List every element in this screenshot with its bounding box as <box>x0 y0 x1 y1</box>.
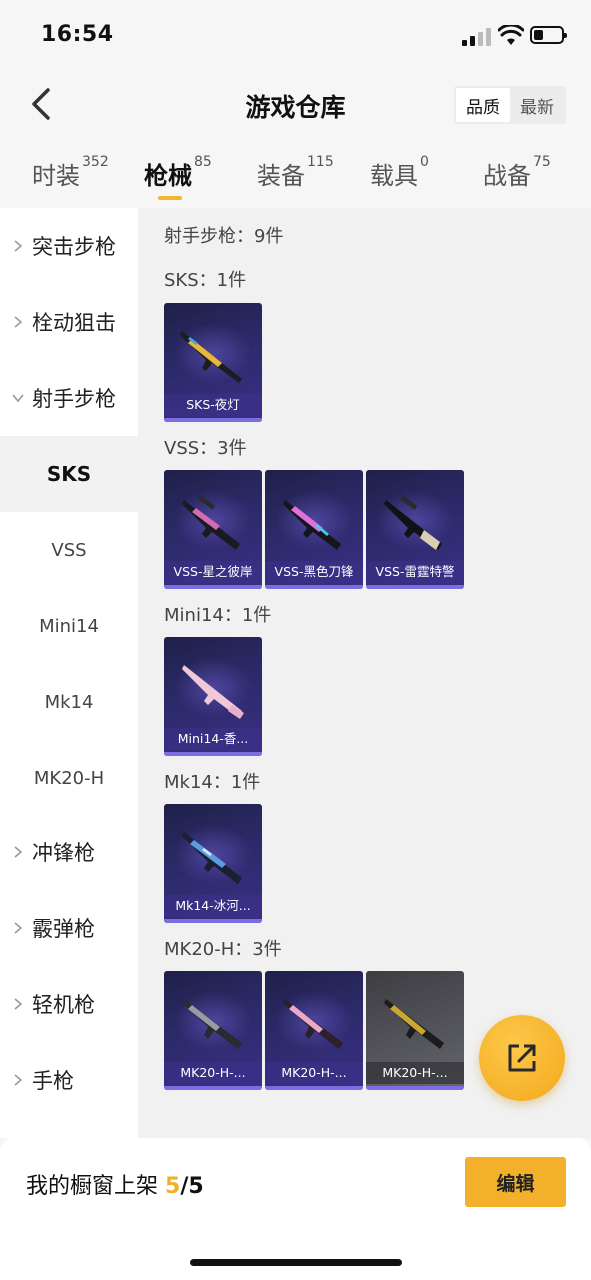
tab-label: 装备 <box>257 162 305 190</box>
sidebar: 突击步枪 栓动狙击 射手步枪 SKS VSS Mini14 Mk14 MK20-… <box>0 208 138 1138</box>
home-indicator[interactable] <box>190 1259 402 1266</box>
sidebar-item-label: 突击步枪 <box>32 235 116 259</box>
weapon-card[interactable]: Mk14-冰河... <box>164 804 262 923</box>
rifle-icon <box>182 494 240 550</box>
weapon-name: VSS-雷霆特警 <box>366 561 464 583</box>
rifle-icon <box>384 999 444 1049</box>
rifle-icon <box>182 999 242 1049</box>
weapon-name: Mini14-香... <box>164 728 262 750</box>
tab-label: 战备 <box>483 162 531 190</box>
showcase-status: 我的橱窗上架 5/5 <box>26 1168 204 1200</box>
sidebar-sub-vss[interactable]: VSS <box>0 512 138 588</box>
chevron-right-icon <box>14 240 23 252</box>
tab-count: 75 <box>533 154 551 170</box>
tab-label: 时装 <box>32 162 80 190</box>
weapon-card[interactable]: Mini14-香... <box>164 637 262 756</box>
edit-button[interactable]: 编辑 <box>465 1157 566 1207</box>
rifle-icon <box>180 331 242 383</box>
weapon-name: MK20-H-... <box>164 1062 262 1084</box>
tab-supplies[interactable]: 战备 75 <box>483 154 551 191</box>
category-tabs: 时装 352 枪械 85 装备 115 载具 0 战备 75 <box>0 148 591 208</box>
sort-newest-button[interactable]: 最新 <box>510 88 564 122</box>
wifi-icon <box>498 25 524 45</box>
chevron-right-icon <box>14 846 23 858</box>
weapon-list[interactable]: 射手步枪：9件 SKS：1件 SKS-夜灯 VSS：3件 VSS-星之彼岸 VS… <box>138 208 591 1138</box>
group-label-mk20h: MK20-H：3件 <box>164 939 282 960</box>
group-label-vss: VSS：3件 <box>164 438 247 459</box>
rifle-icon <box>182 832 242 884</box>
weapon-card[interactable]: VSS-黑色刀锋 <box>265 470 363 589</box>
sort-toggle: 品质 最新 <box>454 86 566 124</box>
cellular-signal-icon <box>462 28 492 46</box>
tab-vehicles[interactable]: 载具 0 <box>370 154 429 191</box>
group-label-mini14: Mini14：1件 <box>164 605 272 626</box>
tab-count: 0 <box>420 154 429 170</box>
chevron-right-icon <box>14 998 23 1010</box>
active-tab-indicator <box>158 196 182 200</box>
sidebar-item-label: 霰弹枪 <box>32 917 95 941</box>
sidebar-item-label: 射手步枪 <box>32 387 116 411</box>
status-time: 16:54 <box>41 22 114 47</box>
tab-fashion[interactable]: 时装 352 <box>32 154 109 191</box>
weapon-card[interactable]: MK20-H-... <box>164 971 262 1090</box>
weapon-name: VSS-星之彼岸 <box>164 561 262 583</box>
weapon-name: MK20-H-... <box>265 1062 363 1084</box>
sidebar-item-label: 栓动狙击 <box>32 311 116 335</box>
sidebar-item-marksman-rifle[interactable]: 射手步枪 <box>0 360 138 436</box>
sidebar-sub-sks[interactable]: SKS <box>0 436 138 512</box>
sidebar-item-bolt-sniper[interactable]: 栓动狙击 <box>0 284 138 360</box>
chevron-right-icon <box>14 922 23 934</box>
sidebar-sub-mini14[interactable]: Mini14 <box>0 588 138 664</box>
tab-label: 载具 <box>370 162 418 190</box>
rifle-icon <box>384 494 442 550</box>
tab-count: 115 <box>307 154 334 170</box>
weapon-card[interactable]: MK20-H-... <box>265 971 363 1090</box>
battery-icon <box>530 26 567 44</box>
chevron-right-icon <box>14 1074 23 1086</box>
tab-label: 枪械 <box>144 162 192 190</box>
weapon-name: MK20-H-... <box>366 1062 464 1084</box>
status-bar: 16:54 <box>0 0 591 72</box>
chevron-down-icon <box>12 394 24 403</box>
weapon-card[interactable]: MK20-H-... <box>366 971 464 1090</box>
tab-weapons[interactable]: 枪械 85 <box>144 154 212 191</box>
tab-count: 85 <box>194 154 212 170</box>
sidebar-sub-mk14[interactable]: Mk14 <box>0 664 138 740</box>
showcase-label: 我的橱窗上架 <box>26 1174 159 1199</box>
showcase-count: 5 <box>165 1174 181 1199</box>
sidebar-item-pistol[interactable]: 手枪 <box>0 1042 138 1118</box>
group-label-sks: SKS：1件 <box>164 270 247 291</box>
weapon-card[interactable]: SKS-夜灯 <box>164 303 262 422</box>
sidebar-item-label: 冲锋枪 <box>32 841 95 865</box>
sidebar-item-label: 手枪 <box>32 1069 74 1093</box>
weapon-name: SKS-夜灯 <box>164 394 262 416</box>
sidebar-item-smg[interactable]: 冲锋枪 <box>0 814 138 890</box>
tab-equipment[interactable]: 装备 115 <box>257 154 334 191</box>
sidebar-item-assault-rifle[interactable]: 突击步枪 <box>0 208 138 284</box>
weapon-name: VSS-黑色刀锋 <box>265 561 363 583</box>
group-label-mk14: Mk14：1件 <box>164 772 261 793</box>
bottom-bar: 我的橱窗上架 5/5 编辑 <box>0 1138 591 1280</box>
weapon-card[interactable]: VSS-雷霆特警 <box>366 470 464 589</box>
sidebar-sub-mk20h[interactable]: MK20-H <box>0 740 138 816</box>
weapon-name: Mk14-冰河... <box>164 895 262 917</box>
rifle-icon <box>283 500 341 550</box>
sidebar-item-shotgun[interactable]: 霰弹枪 <box>0 890 138 966</box>
tab-count: 352 <box>82 154 109 170</box>
share-button[interactable] <box>479 1015 565 1101</box>
showcase-total: /5 <box>180 1174 204 1199</box>
weapon-card[interactable]: VSS-星之彼岸 <box>164 470 262 589</box>
share-icon <box>508 1044 536 1072</box>
section-title: 射手步枪：9件 <box>164 226 284 247</box>
header: 游戏仓库 品质 最新 <box>0 72 591 138</box>
chevron-right-icon <box>14 316 23 328</box>
sidebar-item-lmg[interactable]: 轻机枪 <box>0 966 138 1042</box>
sidebar-item-label: 轻机枪 <box>32 993 95 1017</box>
sort-quality-button[interactable]: 品质 <box>456 88 510 122</box>
rifle-icon <box>182 665 244 719</box>
rifle-icon <box>283 999 343 1049</box>
